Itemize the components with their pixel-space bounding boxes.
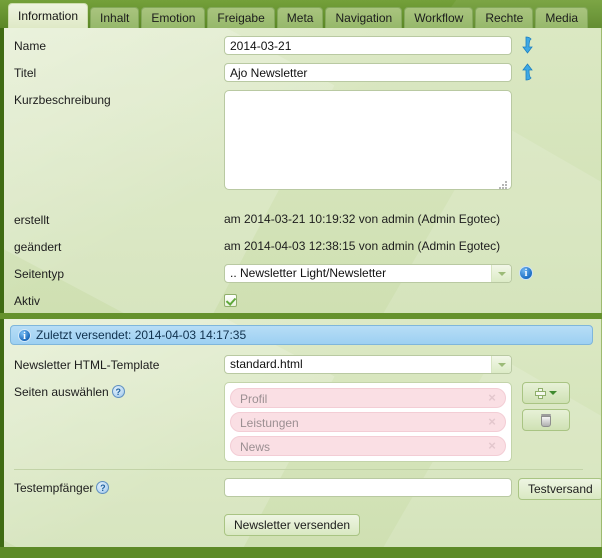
chevron-down-icon [497,362,506,367]
plus-icon [535,387,546,399]
seitentyp-label: Seitentyp [14,267,65,281]
tab-freigabe[interactable]: Freigabe [207,7,275,28]
tab-rechte[interactable]: Rechte [475,7,534,28]
tab-label: Media [545,11,579,25]
close-icon[interactable]: × [486,415,498,428]
testempfaenger-input[interactable] [224,478,512,497]
erstellt-label: erstellt [14,213,50,227]
seiten-label: Seiten auswählen? [14,382,224,402]
testempfaenger-label-text: Testempfänger [14,481,94,495]
tab-label: Navigation [335,11,393,25]
row-geaendert: geändert am 2014-04-03 12:38:15 von admi… [14,237,591,257]
aktiv-label: Aktiv [14,294,41,308]
geaendert-value: am 2014-04-03 12:38:15 von admin (Admin … [224,239,501,253]
trash-icon [540,413,552,427]
tab-information[interactable]: Information [8,3,89,28]
chevron-down-icon[interactable] [549,391,557,395]
arrow-down-icon[interactable] [520,36,536,54]
help-icon[interactable]: ? [96,481,110,494]
arrow-up-icon[interactable] [520,63,536,81]
aktiv-checkbox[interactable] [224,294,237,307]
seiten-label-text: Seiten auswählen [14,385,109,399]
tab-bar: Information Inhalt Emotion Freigabe Meta… [0,0,602,28]
template-label: Newsletter HTML-Template [14,358,160,372]
name-input[interactable] [224,36,512,55]
information-panel-content: Name Titel Kurzbeschreibung [4,28,601,311]
tab-label: Information [18,9,79,23]
tag-label: News [240,440,271,454]
list-item[interactable]: News × [230,436,506,456]
seitentyp-select[interactable]: .. Newsletter Light/Newsletter [224,264,512,283]
help-icon[interactable]: ? [111,385,125,398]
row-seiten-auswaehlen: Seiten auswählen? Profil × Leistungen × … [14,382,591,462]
testempfaenger-label: Testempfänger? [14,478,224,498]
titel-input[interactable] [224,63,512,82]
tab-label: Meta [286,11,314,25]
last-sent-infobar: i Zuletzt versendet: 2014-04-03 14:17:35 [10,325,593,345]
tab-label: Workflow [414,11,464,25]
seitentyp-dropdown-button[interactable] [491,265,511,282]
newsletter-panel-content: Newsletter HTML-Template standard.html S… [4,355,601,536]
seiten-actions [522,382,570,431]
tab-label: Emotion [151,11,196,25]
tag-label: Leistungen [240,416,299,430]
list-item[interactable]: Profil × [230,388,506,408]
row-titel: Titel [14,63,591,83]
seitentyp-select-value[interactable]: .. Newsletter Light/Newsletter [224,264,512,283]
testversand-button[interactable]: Testversand [518,478,601,500]
seiten-tag-list: Profil × Leistungen × News × [224,382,512,462]
tab-label: Freigabe [217,11,265,25]
erstellt-value: am 2014-03-21 10:19:32 von admin (Admin … [224,212,501,226]
tab-meta[interactable]: Meta [276,7,324,28]
row-template: Newsletter HTML-Template standard.html [14,355,591,375]
divider [14,469,583,470]
last-sent-text: Zuletzt versendet: 2014-04-03 14:17:35 [36,328,247,342]
tab-label: Inhalt [100,11,130,25]
geaendert-label: geändert [14,240,62,254]
newsletter-panel: i Zuletzt versendet: 2014-04-03 14:17:35… [0,319,602,547]
tab-workflow[interactable]: Workflow [404,7,474,28]
template-select[interactable]: standard.html [224,355,512,374]
titel-label: Titel [14,66,37,80]
tab-inhalt[interactable]: Inhalt [90,7,140,28]
kurzbeschreibung-textarea[interactable] [224,90,512,190]
row-seitentyp: Seitentyp .. Newsletter Light/Newsletter… [14,264,591,284]
info-icon[interactable]: i [519,266,533,280]
row-send: Newsletter versenden [14,514,591,536]
close-icon[interactable]: × [486,391,498,404]
send-newsletter-button[interactable]: Newsletter versenden [224,514,361,536]
tab-media[interactable]: Media [535,7,589,28]
close-icon[interactable]: × [486,439,498,452]
template-dropdown-button[interactable] [491,356,511,373]
tab-label: Rechte [485,11,524,25]
tab-list: Information Inhalt Emotion Freigabe Meta… [8,0,602,28]
chevron-down-icon [497,271,506,276]
info-icon: i [18,328,31,342]
row-aktiv: Aktiv [14,291,591,311]
information-panel: Name Titel Kurzbeschreibung [0,28,602,313]
tab-navigation[interactable]: Navigation [325,7,403,28]
row-erstellt: erstellt am 2014-03-21 10:19:32 von admi… [14,210,591,230]
delete-page-button[interactable] [522,409,570,431]
row-name: Name [14,36,591,56]
row-testempfaenger: Testempfänger? Testversand [14,478,601,500]
kurzbeschreibung-wrapper [224,90,512,193]
kurzbeschreibung-label: Kurzbeschreibung [14,93,111,107]
tag-label: Profil [240,392,268,406]
name-label: Name [14,39,47,53]
list-item[interactable]: Leistungen × [230,412,506,432]
row-kurzbeschreibung: Kurzbeschreibung [14,90,591,193]
add-page-button[interactable] [522,382,570,404]
tab-emotion[interactable]: Emotion [141,7,206,28]
template-select-value[interactable]: standard.html [224,355,512,374]
